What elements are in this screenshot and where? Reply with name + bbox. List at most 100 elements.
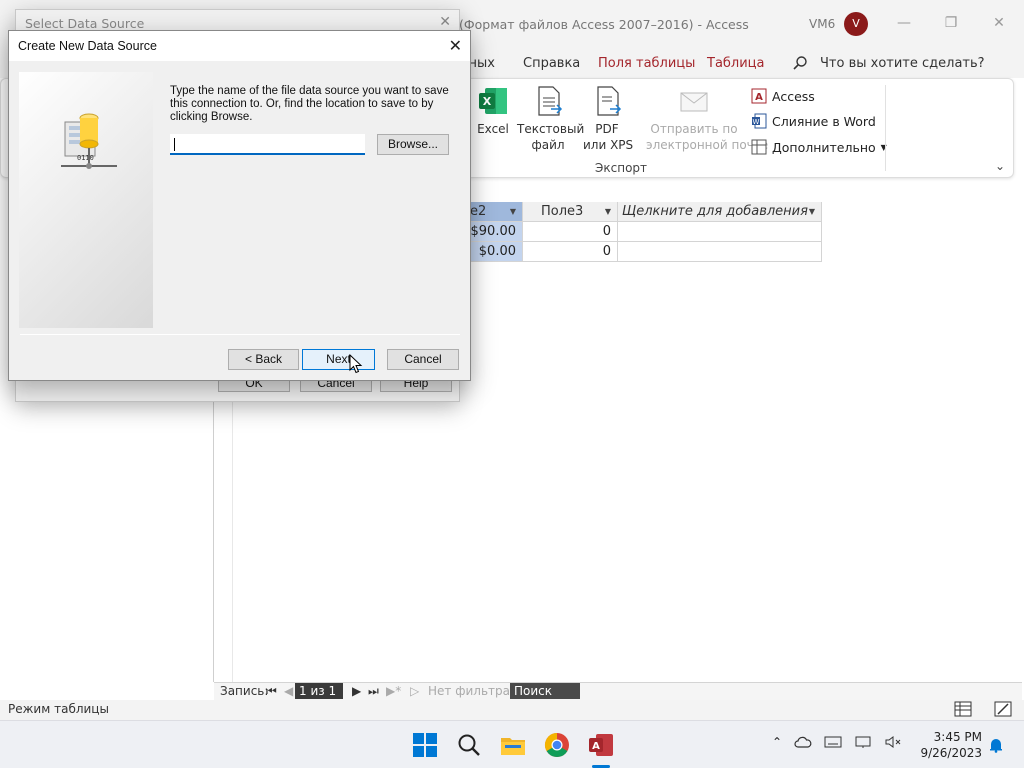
access-window-title: (Формат файлов Access 2007–2016) - Acces… [459,17,749,32]
record-label: Запись: [220,684,269,698]
table-cell[interactable] [618,242,822,262]
table-cell[interactable] [618,222,822,242]
column-header-field3[interactable]: Поле3 ▼ [523,202,618,222]
export-text-label: Текстовый файл [517,122,585,152]
table-cell[interactable]: 0 [523,242,618,262]
tell-me-search[interactable]: Что вы хотите сделать? [792,54,985,72]
close-icon[interactable]: ✕ [449,36,462,56]
file-explorer-icon[interactable] [499,731,527,759]
ribbon-separator [885,85,886,171]
dialog-title: Create New Data Source [18,39,157,53]
back-button[interactable]: < Back [228,349,299,370]
export-email-button[interactable]: Отправить по электронной почте [646,85,768,153]
text-caret [174,138,175,151]
chevron-down-icon[interactable]: ▼ [605,202,611,221]
last-record-icon[interactable]: ⏭ [368,684,379,699]
svg-text:0110: 0110 [77,154,94,162]
next-record-icon[interactable]: ▶ [352,684,361,698]
access-small-icon: A [751,88,767,104]
tell-me-text: Что вы хотите сделать? [820,55,985,71]
mouse-cursor-icon [349,354,363,374]
select-data-source-title: Select Data Source [25,16,145,31]
close-icon[interactable]: ✕ [439,14,451,30]
export-email-label: Отправить по электронной почте [646,122,769,152]
export-text-button[interactable]: Текстовый файл [517,85,584,153]
chevron-down-icon[interactable]: ▼ [510,202,516,221]
svg-text:A: A [592,741,600,752]
dialog-separator [20,334,460,335]
notification-bell-icon[interactable] [988,737,1004,753]
more-icon [751,139,767,155]
column-header-field2[interactable]: e2 ▼ [466,202,523,222]
record-navigator: Запись: ⏮ ◀ 1 из 1 ▶ ⏭ ▶* ▷ Нет фильтра … [214,682,1022,700]
clock-date: 9/26/2023 [920,746,982,760]
export-group-label: Экспорт [595,161,648,175]
pdf-icon [597,86,622,116]
export-pdf-button[interactable]: PDF или XPS [583,85,634,153]
export-access-button[interactable]: A Access [751,87,815,105]
filter-status[interactable]: Нет фильтра [428,684,510,698]
design-view-icon[interactable] [994,701,1012,717]
first-record-icon[interactable]: ⏮ [266,684,277,699]
create-new-data-source-dialog: Create New Data Source ✕ 0110 Type the n… [8,30,471,381]
export-pdf-label: PDF или XPS [583,122,634,152]
tab-table-fields[interactable]: Поля таблицы [598,56,695,71]
excel-icon: X [479,88,507,114]
wizard-image-panel: 0110 [19,72,153,328]
new-record-icon[interactable]: ▶* [386,684,401,698]
chevron-down-icon[interactable]: ▼ [809,202,815,221]
onedrive-icon[interactable] [794,735,812,749]
minimize-icon[interactable]: — [894,12,914,34]
user-name: VM6 [809,17,836,31]
taskbar: A ⌃ 3:45 PM 9/26/2023 [0,720,1024,768]
svg-text:A: A [755,92,763,103]
network-icon[interactable] [854,735,872,749]
file-name-input[interactable] [170,134,365,155]
avatar[interactable]: V [844,12,868,36]
view-mode-text: Режим таблицы [8,702,109,716]
restore-icon[interactable]: ❐ [941,12,961,34]
search-field[interactable]: Поиск [510,683,580,699]
table-cell[interactable]: $0.00 [466,242,523,262]
system-tray: ⌃ [772,735,902,749]
tab-help[interactable]: Справка [523,56,580,71]
current-record-field[interactable]: 1 из 1 [295,683,343,699]
volume-muted-icon[interactable] [884,735,902,749]
tab-table[interactable]: Таблица [707,56,765,71]
datasheet-view-icon[interactable] [954,701,972,717]
search-icon[interactable] [455,731,483,759]
search-icon [793,56,807,70]
clock[interactable]: 3:45 PM 9/26/2023 [920,729,982,761]
word-merge-icon: W [752,113,767,129]
email-icon [680,92,708,112]
word-merge-button[interactable]: W Слияние в Word [751,112,876,130]
data-source-icon: 0110 [61,113,117,169]
text-file-icon [538,86,563,116]
start-icon[interactable] [411,731,439,759]
export-excel-button[interactable]: X Excel [477,85,509,137]
more-export-label: Дополнительно [772,139,876,155]
chevron-up-icon[interactable]: ⌃ [772,735,782,749]
status-bar: Режим таблицы [0,700,1024,720]
table-cell[interactable]: $90.00 [466,222,523,242]
more-export-button[interactable]: Дополнительно ▼ [751,138,887,156]
browse-button[interactable]: Browse... [377,134,449,155]
svg-text:W: W [753,118,760,126]
cancel-button[interactable]: Cancel [387,349,459,370]
prev-record-icon[interactable]: ◀ [284,684,293,698]
export-excel-label: Excel [477,122,509,136]
word-merge-label: Слияние в Word [772,113,876,129]
close-icon[interactable]: ✕ [989,12,1009,34]
access-icon[interactable]: A [587,731,615,759]
filter-icon: ▷ [410,684,420,698]
export-access-label: Access [772,88,815,104]
wizard-instructions: Type the name of the file data source yo… [170,85,449,123]
svg-text:X: X [483,95,492,108]
table-cell[interactable]: 0 [523,222,618,242]
keyboard-icon[interactable] [824,735,842,749]
next-button[interactable]: Next [302,349,375,370]
column-header-add-new[interactable]: Щелкните для добавления ▼ [618,202,822,222]
dialog-title-bar: Create New Data Source ✕ [9,31,470,61]
chrome-icon[interactable] [543,731,571,759]
collapse-ribbon-icon[interactable]: ⌄ [995,159,1005,173]
